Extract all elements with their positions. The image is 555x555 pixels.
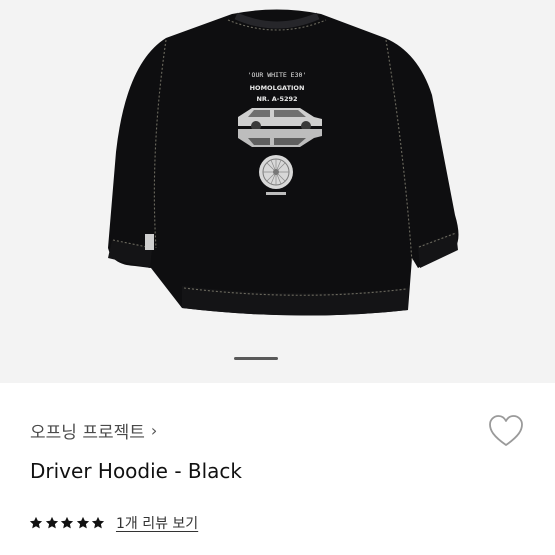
- product-title: Driver Hoodie - Black: [30, 459, 243, 483]
- star-filled-icon: [61, 516, 74, 529]
- product-image-gallery[interactable]: 'OUR WHITE E30' HOMOLGATION NR. A-5292: [0, 0, 555, 383]
- rating-stars: [29, 516, 107, 530]
- print-line-3: NR. A-5292: [256, 95, 297, 103]
- star-filled-icon: [92, 516, 105, 529]
- star-filled-icon: [76, 516, 89, 529]
- star-filled-icon: [29, 516, 43, 529]
- chevron-right-icon: ›: [150, 421, 158, 440]
- reviews-link[interactable]: 1개 리뷰 보기: [116, 513, 198, 533]
- star-filled-icon: [45, 516, 58, 529]
- product-image: 'OUR WHITE E30' HOMOLGATION NR. A-5292: [0, 0, 555, 383]
- print-line-1: 'OUR WHITE E30': [248, 71, 307, 79]
- gallery-pager-indicator[interactable]: [234, 357, 278, 360]
- brand-name: 오프닝 프로젝트: [30, 423, 145, 443]
- print-line-2: HOMOLGATION: [250, 84, 305, 92]
- heart-outline-icon[interactable]: [487, 413, 525, 449]
- brand-link[interactable]: 오프닝 프로젝트 ›: [30, 418, 157, 443]
- rating-row: 1개 리뷰 보기: [29, 513, 198, 533]
